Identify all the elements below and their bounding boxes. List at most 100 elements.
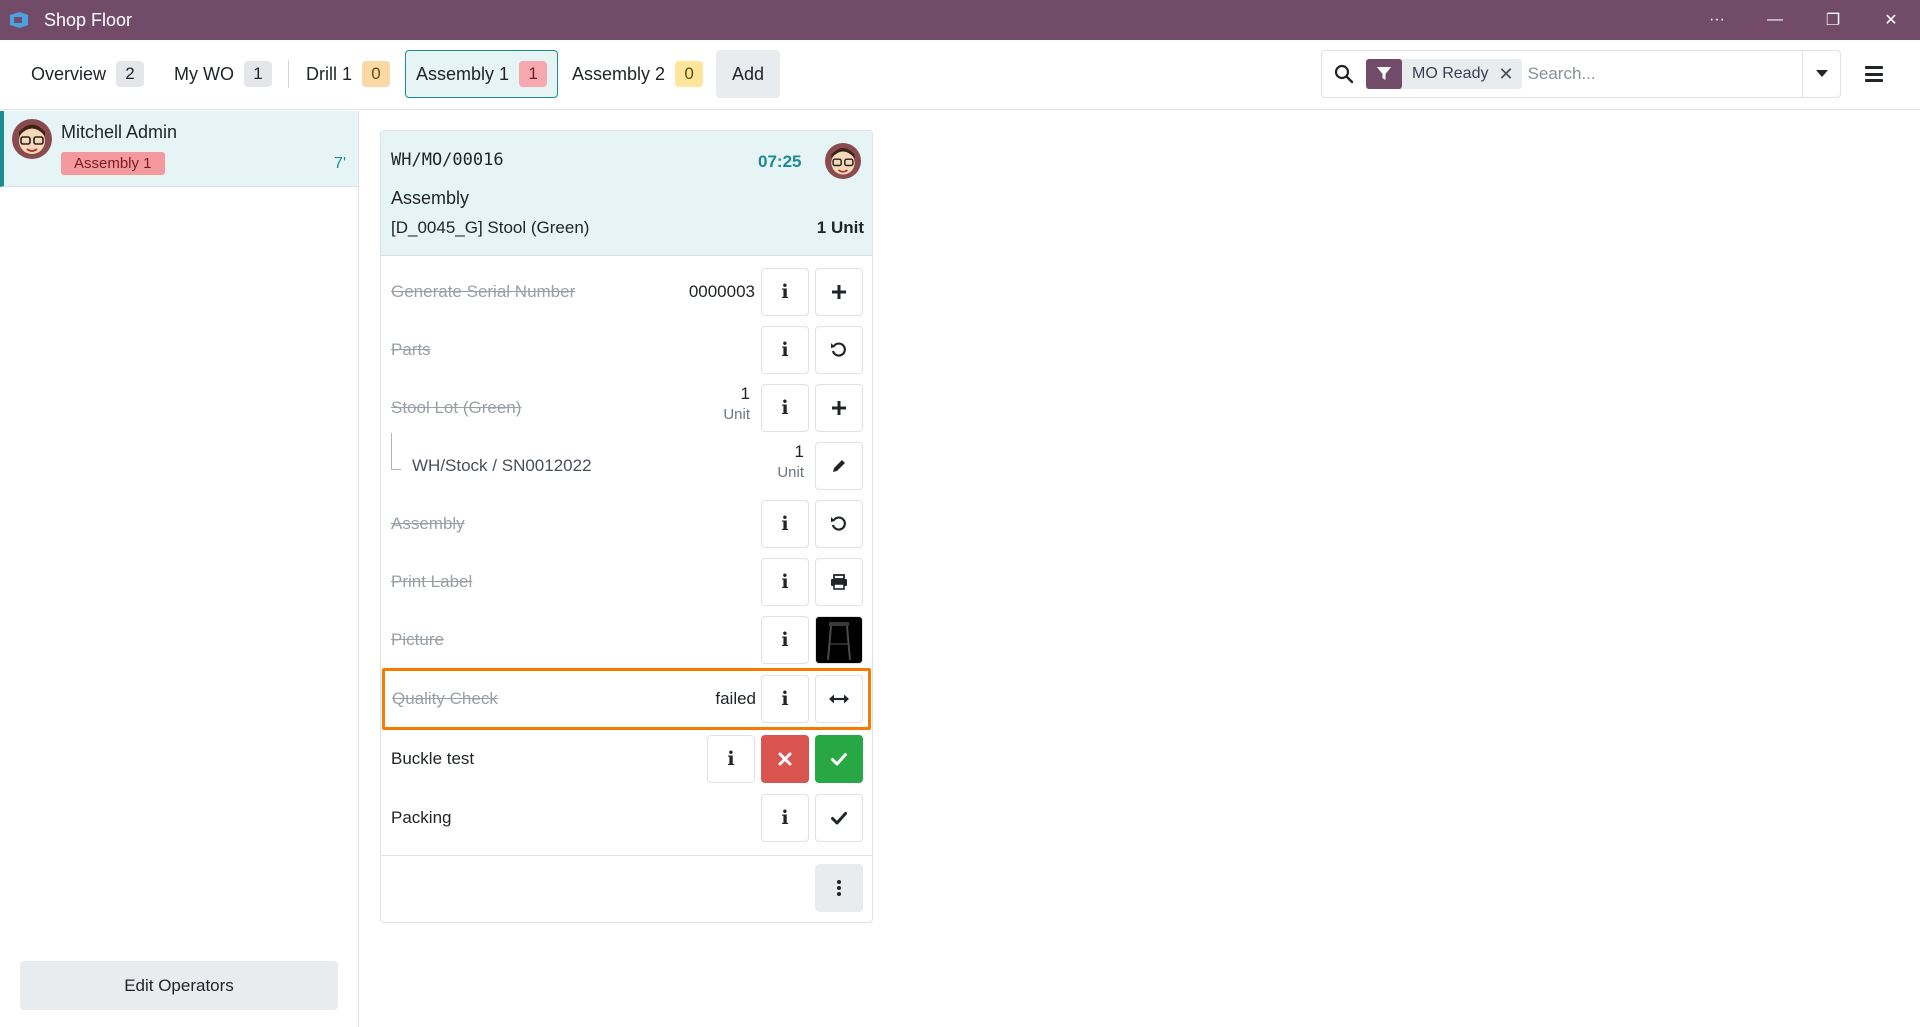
info-icon: i [781,281,789,303]
workorder-quantity: 1 Unit [816,218,864,237]
step-label: Packing [391,808,452,827]
info-button[interactable]: i [761,500,809,548]
tab-overview[interactable]: Overview 2 [20,50,155,98]
operator-timer: 7' [334,155,346,172]
print-button[interactable] [815,558,863,606]
move-line-wh-stock[interactable]: WH/Stock / SN0012022 1 Unit [381,433,872,495]
avatar[interactable] [825,143,861,184]
remove-facet-icon[interactable]: ✕ [1498,64,1521,85]
serial-number-value: 0000003 [688,282,755,301]
close-window-icon[interactable]: ✕ [1862,0,1920,40]
info-button[interactable]: i [761,558,809,606]
info-icon: i [781,629,789,651]
plus-icon [832,401,846,415]
count-badge: 0 [675,61,704,87]
stool-image [827,622,851,661]
step-picture[interactable]: Picture i [381,611,872,669]
filter-facet-label: MO Ready [1412,65,1489,82]
tree-connector [391,469,401,470]
info-button[interactable]: i [761,268,809,316]
step-quality-check[interactable]: Quality Check failed i [382,668,871,730]
picture-thumbnail[interactable] [815,616,863,664]
tab-label: Assembly 1 [416,63,510,84]
kebab-menu-icon [837,880,841,896]
info-icon: i [781,397,789,419]
tab-assembly-1[interactable]: Assembly 1 1 [405,50,559,98]
info-button[interactable]: i [761,675,809,723]
close-icon [778,752,792,766]
count-badge: 2 [116,61,145,87]
step-quantity: 1 [740,384,750,403]
filter-facet: MO Ready ✕ [1366,59,1522,89]
search-input[interactable] [1527,54,1802,94]
menu-icon[interactable] [1862,64,1886,84]
info-icon: i [781,688,789,710]
add-button[interactable] [815,268,863,316]
workcenter-nav: Overview 2 My WO 1 Drill 1 0 Assembly 1 … [0,40,1920,110]
step-assembly[interactable]: Assembly i [381,495,872,553]
info-button[interactable]: i [761,326,809,374]
info-button[interactable]: i [707,735,755,783]
filter-icon [1366,59,1402,89]
add-workcenter-button[interactable]: Add [716,50,780,98]
operators-sidebar: Mitchell Admin Assembly 1 7' Edit Operat… [0,111,359,1027]
pencil-icon [833,460,845,472]
tab-my-wo[interactable]: My WO 1 [163,50,283,98]
count-badge: 1 [244,61,272,87]
check-icon [831,812,847,825]
step-generate-serial[interactable]: Generate Serial Number 0000003 i [381,263,872,321]
step-label: Print Label [391,572,473,591]
step-label: Stool Lot (Green) [391,398,522,417]
fail-button[interactable] [761,735,809,783]
restore-icon[interactable]: ❐ [1804,0,1862,40]
step-stool-lot[interactable]: Stool Lot (Green) 1 Unit i [381,379,872,437]
info-icon: i [727,748,735,770]
step-label: Parts [391,340,431,359]
step-print-label[interactable]: Print Label i [381,553,872,611]
quality-check-status: failed [715,689,756,708]
tab-drill-1[interactable]: Drill 1 0 [295,50,401,98]
plus-icon [832,285,846,299]
tab-assembly-2[interactable]: Assembly 2 0 [561,50,714,98]
search-icon[interactable] [1322,64,1366,84]
info-button[interactable]: i [761,616,809,664]
operator-card[interactable]: Mitchell Admin Assembly 1 7' [0,111,358,187]
operator-name: Mitchell Admin [61,122,178,142]
card-footer-divider [381,855,872,856]
step-packing[interactable]: Packing i [381,789,872,847]
workorder-timer: 07:25 [758,152,802,171]
caret-down-icon [1815,70,1828,77]
more-actions-button[interactable] [815,864,863,912]
step-quantity: 1 [794,442,804,461]
tab-label: Drill 1 [306,63,353,84]
count-badge: 1 [519,61,548,87]
add-button[interactable] [815,384,863,432]
step-buckle-test[interactable]: Buckle test i [381,731,872,789]
printer-icon [831,574,847,590]
search-options-toggle[interactable] [1802,51,1840,97]
check-icon [831,753,847,766]
step-label: Assembly [391,514,465,533]
step-label: Picture [391,630,444,649]
more-options-icon[interactable]: ··· [1688,0,1746,40]
info-button[interactable]: i [761,794,809,842]
undo-button[interactable] [815,326,863,374]
edit-operators-button[interactable]: Edit Operators [20,961,338,1010]
mark-done-button[interactable] [815,794,863,842]
workorder-card: WH/MO/00016 07:25 Assembly [D_0045_G] St… [380,130,873,923]
minimize-icon[interactable]: — [1746,0,1804,40]
count-badge: 0 [362,61,391,87]
step-label: Buckle test [391,749,475,768]
step-parts[interactable]: Parts i [381,321,872,379]
info-icon: i [781,513,789,535]
pass-button[interactable] [815,735,863,783]
undo-button[interactable] [815,500,863,548]
swap-arrows-icon [829,694,849,704]
workorder-header[interactable]: WH/MO/00016 07:25 Assembly [D_0045_G] St… [381,131,872,256]
operator-workcenter-badge: Assembly 1 [61,152,165,175]
edit-button[interactable] [815,442,863,490]
swap-button[interactable] [815,675,863,723]
app-logo-icon [8,11,30,29]
info-button[interactable]: i [761,384,809,432]
window-titlebar: Shop Floor ··· — ❐ ✕ [0,0,1920,40]
